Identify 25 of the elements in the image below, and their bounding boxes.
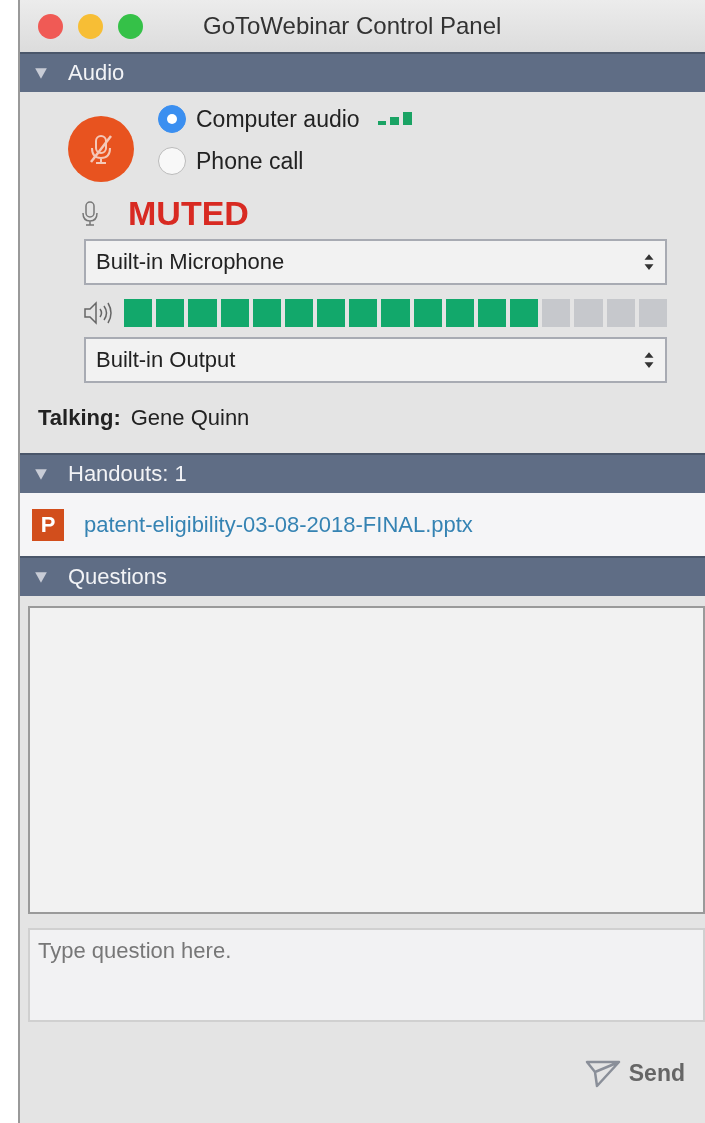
microphone-select[interactable]: Built-in Microphone <box>84 239 667 285</box>
talking-label: Talking: <box>38 405 121 430</box>
section-header[interactable]: Audio <box>20 52 705 92</box>
radio-label[interactable]: Computer audio <box>196 105 360 133</box>
presentation-file-icon: P <box>32 508 64 541</box>
minimize-button[interactable] <box>78 13 103 39</box>
paper-plane-icon <box>584 1058 621 1088</box>
microphone-icon <box>82 200 98 227</box>
close-button[interactable] <box>38 13 63 39</box>
section-header[interactable]: Handouts: 1 <box>20 453 705 493</box>
file-link[interactable]: patent-eligibility-03-08-2018-FINAL.pptx <box>84 511 473 538</box>
radio-button[interactable] <box>158 105 186 133</box>
output-select[interactable]: Built-in Output <box>84 337 667 383</box>
send-button[interactable]: Send <box>584 1058 685 1088</box>
muted-status: MUTED <box>128 194 249 233</box>
question-field[interactable]: Type question here. <box>28 928 705 1022</box>
talking-name: Gene Quinn <box>130 405 250 430</box>
updown-arrows-icon <box>643 253 655 271</box>
updown-arrows-icon <box>643 351 655 369</box>
section-header[interactable]: Questions <box>20 556 705 596</box>
speaker-icon <box>82 300 114 326</box>
radio-label[interactable]: Phone call <box>196 147 304 175</box>
maximize-button[interactable] <box>118 13 143 39</box>
radio-button[interactable] <box>158 147 186 175</box>
window-title: GoToWebinar Control Panel <box>203 12 502 40</box>
